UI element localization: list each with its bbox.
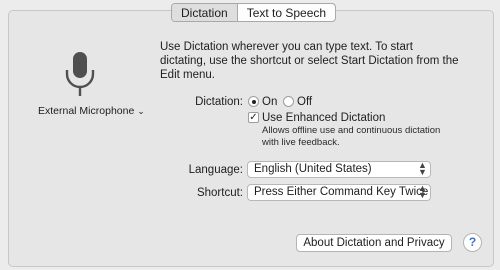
chevron-down-icon: ⌄ bbox=[137, 106, 145, 116]
shortcut-value: Press Either Command Key Twice bbox=[254, 186, 429, 198]
language-label: Language: bbox=[188, 164, 243, 176]
enhanced-dictation-label[interactable]: Use Enhanced Dictation bbox=[262, 111, 385, 125]
dictation-label: Dictation: bbox=[195, 96, 243, 108]
chevron-updown-icon: ▲ ▼ bbox=[418, 160, 427, 177]
shortcut-label: Shortcut: bbox=[196, 187, 243, 199]
help-button[interactable]: ? bbox=[463, 233, 482, 252]
tab-dictation[interactable]: Dictation bbox=[172, 4, 238, 21]
dictation-on-label[interactable]: On bbox=[262, 95, 277, 109]
tab-text-to-speech[interactable]: Text to Speech bbox=[238, 4, 335, 21]
about-dictation-privacy-button[interactable]: About Dictation and Privacy bbox=[296, 234, 452, 252]
chevron-updown-icon: ▲ ▼ bbox=[418, 183, 427, 200]
shortcut-select[interactable]: Press Either Command Key Twice ▲ ▼ bbox=[247, 184, 431, 201]
microphone-icon bbox=[65, 52, 95, 96]
language-value: English (United States) bbox=[254, 163, 372, 175]
dictation-off-label[interactable]: Off bbox=[297, 95, 312, 109]
dictation-off-radio[interactable] bbox=[283, 96, 294, 107]
dictation-on-radio[interactable] bbox=[248, 96, 259, 107]
dictation-description: Use Dictation wherever you can type text… bbox=[160, 41, 459, 81]
enhanced-dictation-note-line2: with live feedback. bbox=[262, 137, 340, 148]
enhanced-dictation-note-line1: Allows offline use and continuous dictat… bbox=[262, 125, 441, 136]
enhanced-dictation-checkbox[interactable]: ✓ bbox=[248, 112, 259, 123]
language-select[interactable]: English (United States) ▲ ▼ bbox=[247, 161, 431, 178]
microphone-source-label: External Microphone bbox=[38, 105, 135, 117]
tab-bar: Dictation Text to Speech bbox=[171, 3, 337, 22]
microphone-source-selector[interactable]: External Microphone ⌄ bbox=[38, 104, 145, 118]
